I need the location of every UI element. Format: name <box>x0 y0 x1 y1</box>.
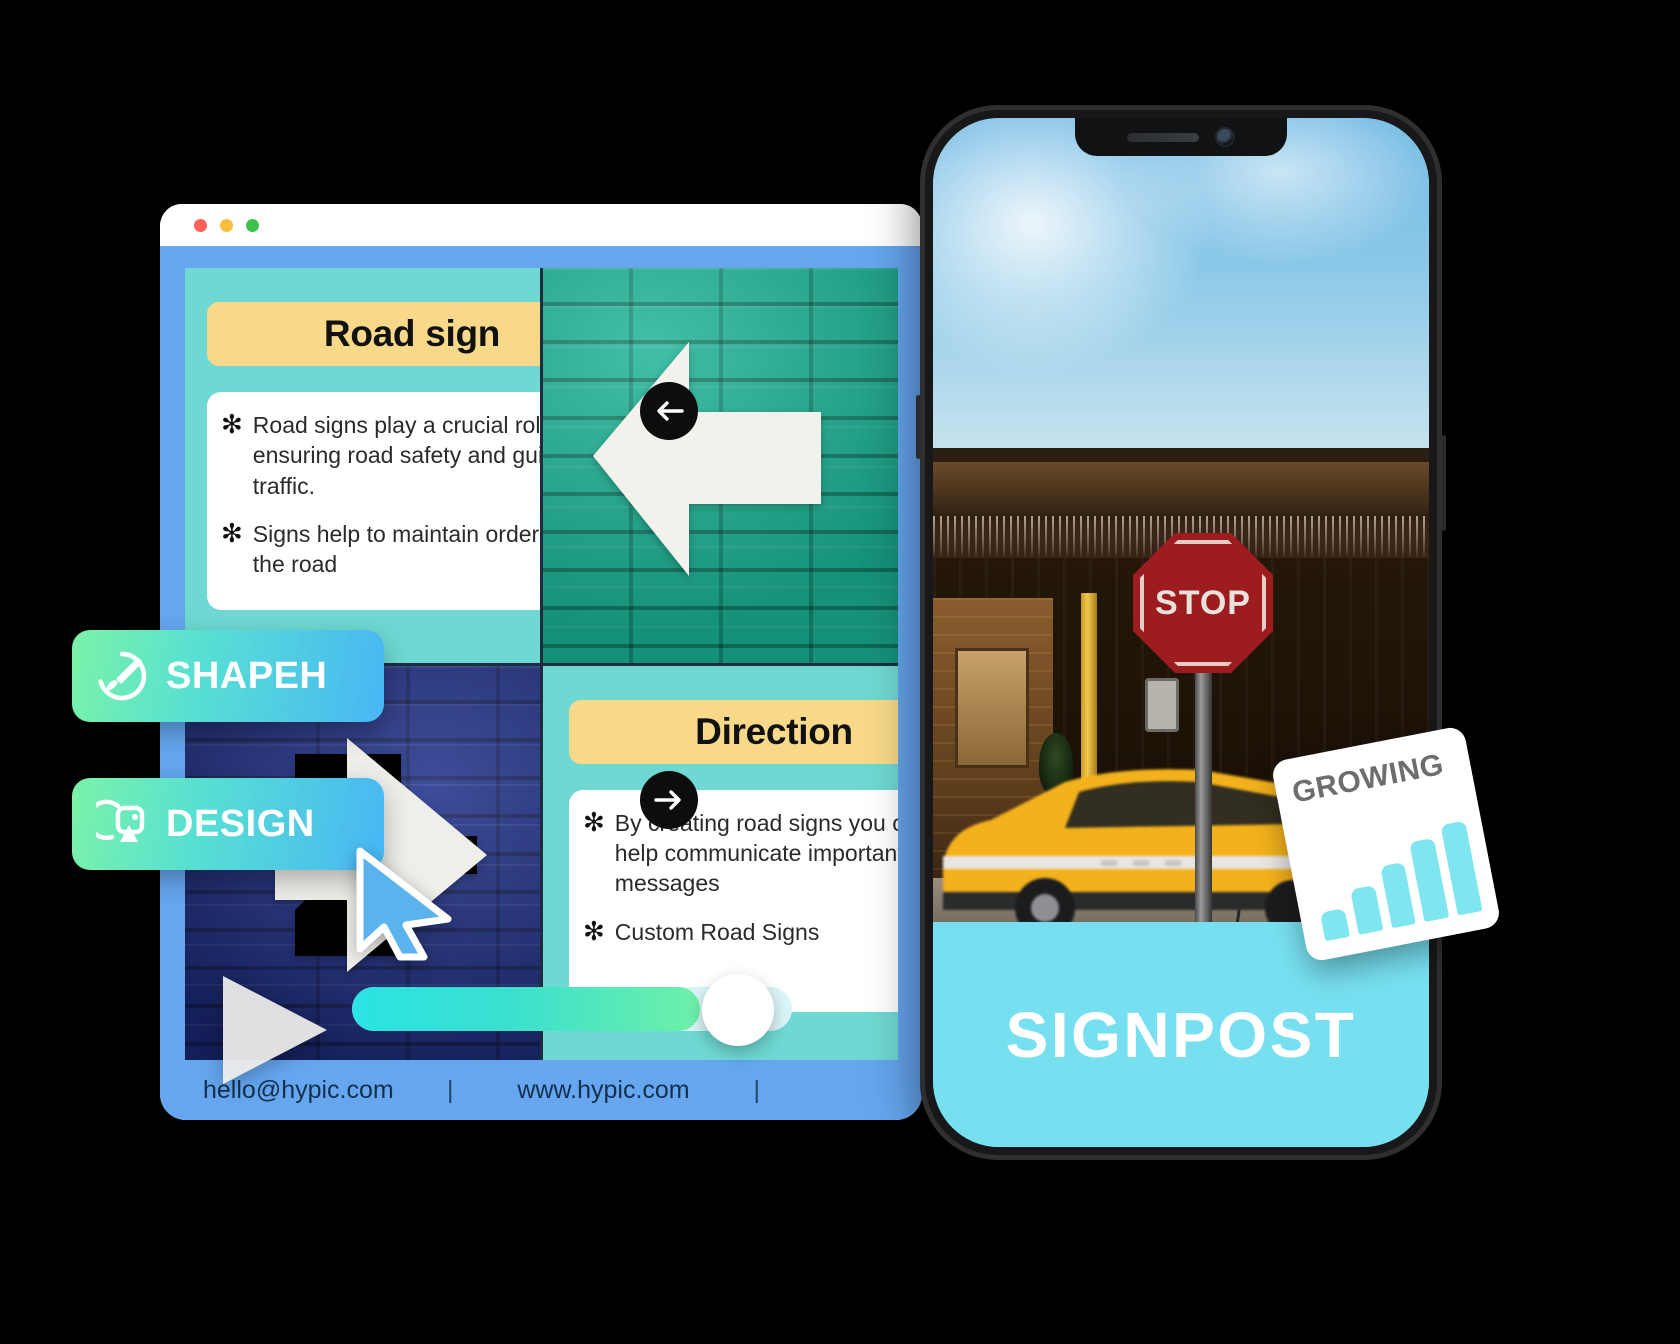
screenshot-stage: Road sign ✻ Road signs play a crucial ro… <box>0 0 1680 1344</box>
mouse-pointer-icon <box>356 847 452 961</box>
road-sign-heading: Road sign <box>323 313 501 354</box>
feature-badge-label: DESIGN <box>166 802 315 845</box>
bar-5 <box>1440 820 1483 916</box>
mouse-cursor <box>352 845 456 963</box>
minimize-window-dot[interactable] <box>220 219 233 232</box>
bullet-item: ✻ Road signs play a crucial role in ensu… <box>221 410 540 501</box>
browser-titlebar <box>160 204 922 246</box>
painted-arrow-left-icon <box>571 336 833 586</box>
poster-quadrant-left-arrow-wall <box>543 268 898 663</box>
footer-separator: | <box>753 1075 761 1104</box>
bullet-item: ✻ Signs help to maintain order on the ro… <box>221 519 540 580</box>
bullet-text: Signs help to maintain order on the road <box>252 521 540 578</box>
growing-card-title: GROWING <box>1289 747 1447 810</box>
feature-badge-design[interactable]: DESIGN <box>72 778 384 870</box>
bullet-item: ✻ By creating road signs you can help co… <box>583 808 898 899</box>
phone-screen: STOP SIGNPOST <box>933 118 1429 1147</box>
play-icon <box>223 976 327 1084</box>
arrow-right-icon <box>654 790 681 810</box>
phone-notch <box>1075 118 1287 156</box>
slider-handle[interactable] <box>702 974 774 1046</box>
phone-caption-band: SIGNPOST <box>933 922 1429 1147</box>
asterisk-icon: ✻ <box>583 916 605 947</box>
road-sign-heading-chip: Road sign <box>207 302 540 366</box>
bar-chart-icon <box>1307 817 1483 942</box>
road-sign-bullet-card: ✻ Road signs play a crucial role in ensu… <box>207 392 540 610</box>
direction-heading: Direction <box>695 710 853 752</box>
asterisk-icon: ✻ <box>583 807 605 838</box>
doorway <box>955 648 1029 768</box>
close-window-dot[interactable] <box>194 219 207 232</box>
arrow-left-icon <box>657 401 684 421</box>
asterisk-icon: ✻ <box>221 519 243 550</box>
stop-sign: STOP <box>1133 533 1273 673</box>
play-button[interactable] <box>215 972 333 1088</box>
roof-beam <box>933 462 1429 520</box>
nav-back-button[interactable] <box>640 382 698 440</box>
maximize-window-dot[interactable] <box>246 219 259 232</box>
bullet-text: Road signs play a crucial role in ensuri… <box>252 412 540 499</box>
bullet-item: ✻ Custom Road Signs <box>583 917 898 947</box>
stop-sign-text: STOP <box>1155 583 1251 622</box>
direction-heading-chip: Direction <box>569 699 898 764</box>
stop-sign-octagon: STOP <box>1133 533 1273 673</box>
progress-fill <box>352 987 700 1031</box>
feature-badge-shapeh[interactable]: SHAPEH <box>72 630 384 722</box>
phone-mockup: STOP SIGNPOST <box>916 105 1446 1160</box>
growing-stat-card: GROWING <box>1270 725 1502 963</box>
footer-website[interactable]: www.hypic.com <box>454 1076 754 1105</box>
speaker-grille-icon <box>1127 132 1199 142</box>
bullet-text: Custom Road Signs <box>614 918 820 945</box>
bar-3 <box>1379 861 1417 929</box>
footer-separator: | <box>447 1075 454 1104</box>
paintbrush-circle-icon <box>98 651 147 701</box>
phone-caption-text: SIGNPOST <box>1005 998 1357 1071</box>
parking-meter <box>1145 678 1179 732</box>
sky-photo-region <box>933 118 1429 473</box>
asterisk-icon: ✻ <box>221 410 243 440</box>
bar-1 <box>1319 908 1350 942</box>
bar-4 <box>1409 838 1450 922</box>
nav-next-button[interactable] <box>640 771 698 829</box>
image-crop-icon <box>96 799 145 842</box>
feature-badge-label: SHAPEH <box>166 654 328 697</box>
front-camera-icon <box>1215 127 1235 147</box>
bar-2 <box>1349 884 1383 935</box>
poster-quadrant-road-sign: Road sign ✻ Road signs play a crucial ro… <box>185 268 540 663</box>
